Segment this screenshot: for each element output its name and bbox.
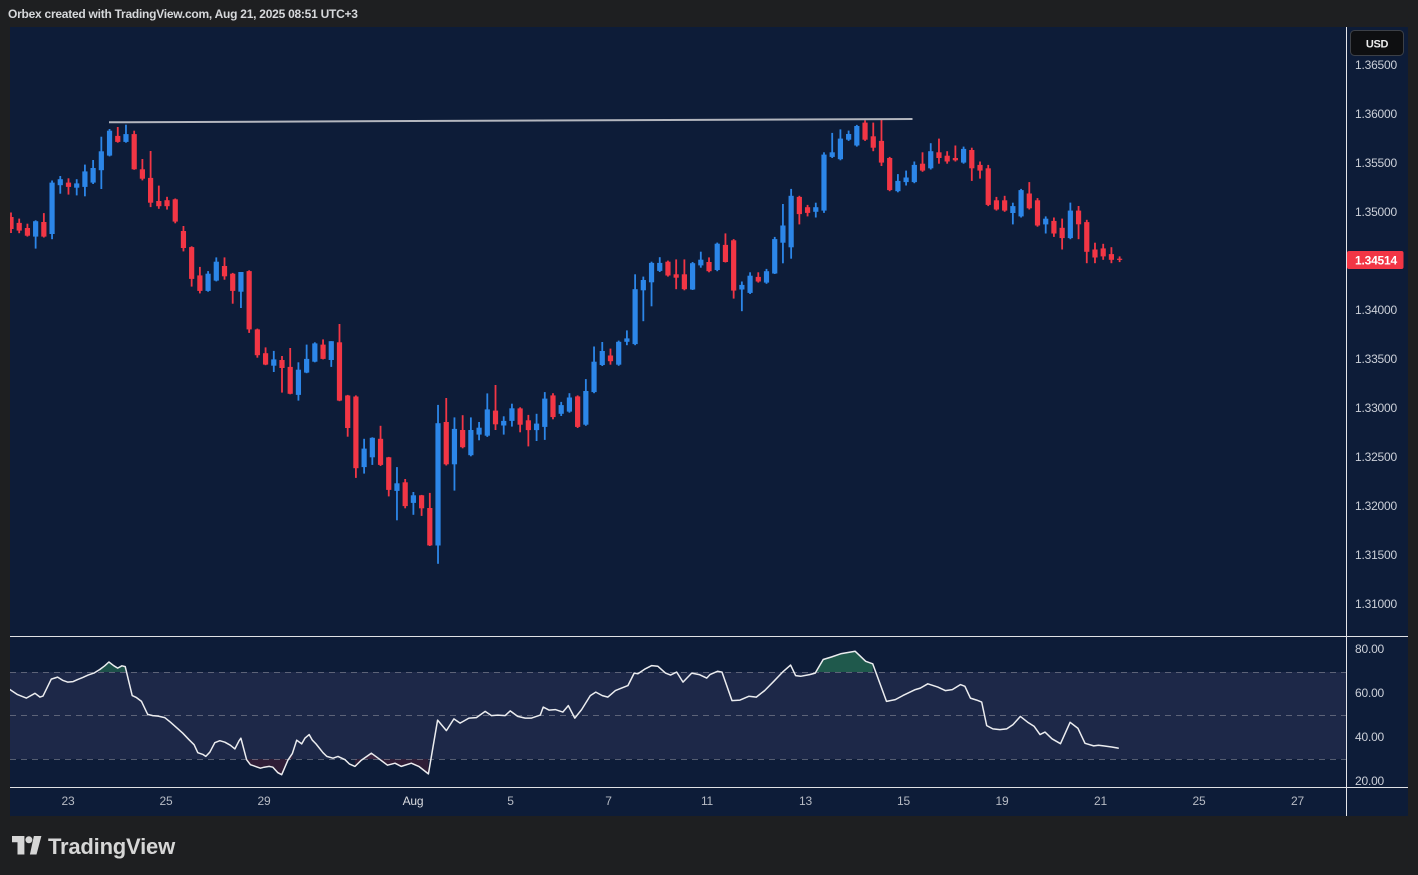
- svg-text:13: 13: [799, 794, 812, 808]
- svg-text:1.31000: 1.31000: [1355, 597, 1398, 611]
- svg-text:Aug: Aug: [403, 794, 424, 808]
- svg-text:5: 5: [507, 794, 514, 808]
- svg-text:25: 25: [1193, 794, 1206, 808]
- svg-text:1.35500: 1.35500: [1355, 156, 1398, 170]
- svg-text:25: 25: [160, 794, 173, 808]
- svg-text:1.33500: 1.33500: [1355, 352, 1398, 366]
- svg-text:1.33000: 1.33000: [1355, 401, 1398, 415]
- svg-text:1.34514: 1.34514: [1355, 254, 1398, 268]
- svg-text:29: 29: [258, 794, 271, 808]
- svg-text:21: 21: [1094, 794, 1107, 808]
- svg-text:1.32500: 1.32500: [1355, 450, 1398, 464]
- svg-text:1.31500: 1.31500: [1355, 548, 1398, 562]
- svg-text:1.36500: 1.36500: [1355, 58, 1398, 72]
- svg-text:USD: USD: [1366, 39, 1389, 51]
- svg-text:1.32000: 1.32000: [1355, 499, 1398, 513]
- svg-text:1.35000: 1.35000: [1355, 205, 1398, 219]
- svg-text:40.00: 40.00: [1355, 730, 1385, 744]
- svg-text:19: 19: [996, 794, 1009, 808]
- svg-text:23: 23: [62, 794, 75, 808]
- svg-text:27: 27: [1291, 794, 1304, 808]
- svg-text:7: 7: [605, 794, 612, 808]
- svg-text:20.00: 20.00: [1355, 774, 1385, 788]
- svg-text:11: 11: [701, 794, 714, 808]
- svg-text:80.00: 80.00: [1355, 642, 1385, 656]
- svg-text:1.36000: 1.36000: [1355, 107, 1398, 121]
- svg-text:1.34000: 1.34000: [1355, 303, 1398, 317]
- svg-text:15: 15: [897, 794, 910, 808]
- svg-text:60.00: 60.00: [1355, 686, 1385, 700]
